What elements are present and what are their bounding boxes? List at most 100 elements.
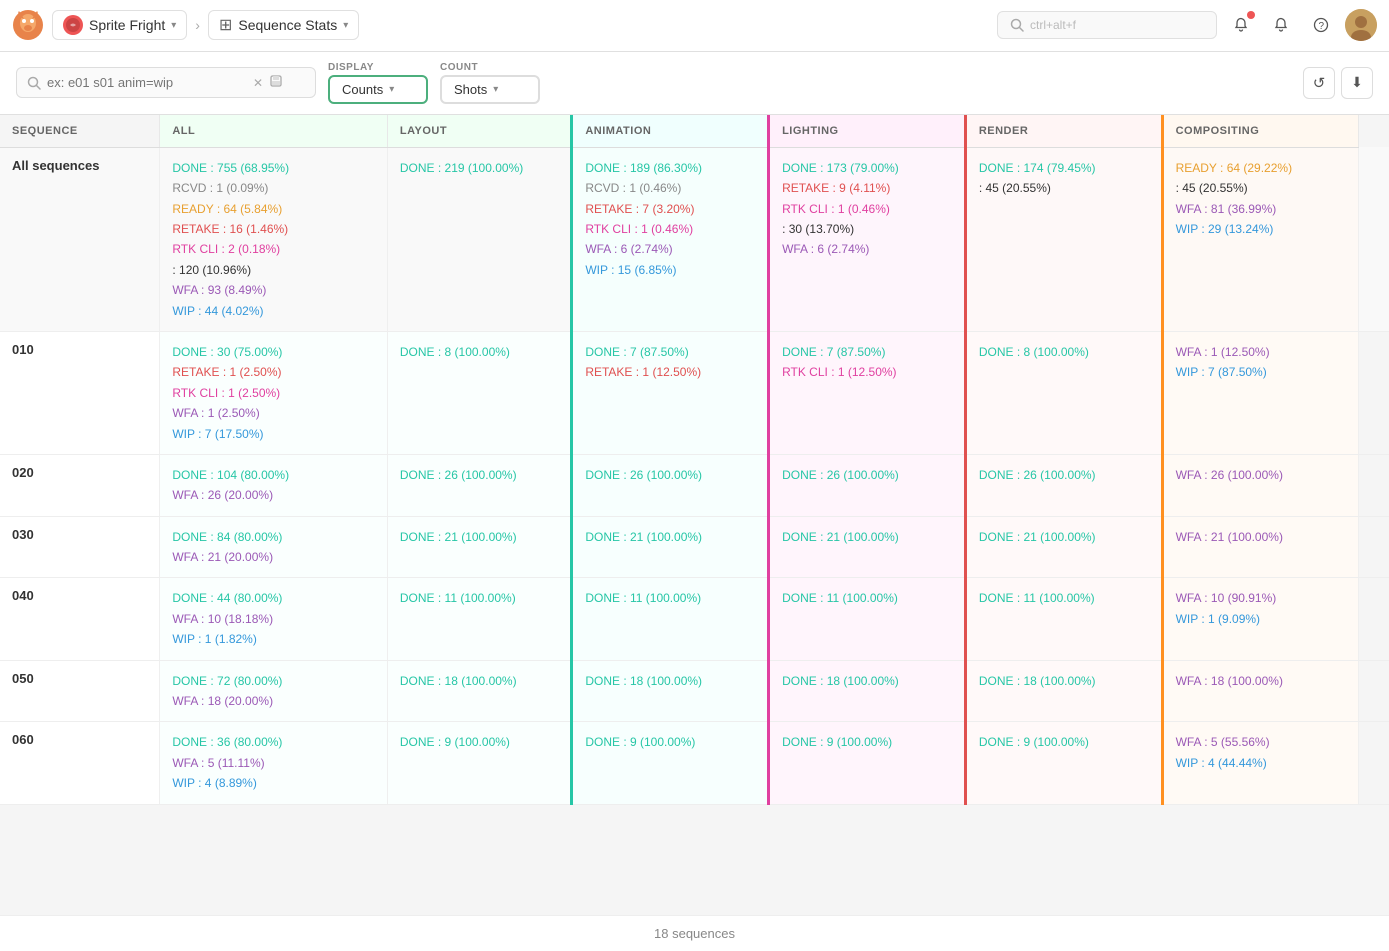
sequence-label: 060 — [12, 732, 34, 747]
stat-line: DONE : 7 (87.50%) — [782, 342, 952, 362]
stat-line: RCVD : 1 (0.46%) — [585, 178, 755, 198]
filter-save-icon[interactable] — [269, 74, 283, 91]
sequence-label: 010 — [12, 342, 34, 357]
compositing-cell: WFA : 21 (100.00%) — [1162, 516, 1359, 578]
compositing-cell: READY : 64 (29.22%): 45 (20.55%)WFA : 81… — [1162, 147, 1359, 331]
row-spacer — [1359, 331, 1389, 454]
col-header-all: ALL — [160, 115, 388, 148]
stat-line: RETAKE : 9 (4.11%) — [782, 178, 952, 198]
stat-line: DONE : 174 (79.45%) — [979, 158, 1149, 178]
stat-line: RETAKE : 16 (1.46%) — [172, 219, 375, 239]
stat-line: WFA : 93 (8.49%) — [172, 280, 375, 300]
filter-search-icon — [27, 76, 41, 90]
stat-line: RTK CLI : 1 (0.46%) — [585, 219, 755, 239]
download-button[interactable]: ⬇ — [1341, 67, 1373, 99]
filter-clear-icon[interactable]: ✕ — [253, 76, 263, 90]
render-cell: DONE : 174 (79.45%): 45 (20.55%) — [965, 147, 1162, 331]
stat-line: DONE : 18 (100.00%) — [782, 671, 952, 691]
col-header-lighting: LIGHTING — [769, 115, 966, 148]
reload-button[interactable]: ↺ — [1303, 67, 1335, 99]
stat-line: DONE : 11 (100.00%) — [979, 588, 1149, 608]
stat-line: DONE : 21 (100.00%) — [782, 527, 952, 547]
compositing-cell: WFA : 26 (100.00%) — [1162, 454, 1359, 516]
stat-line: DONE : 8 (100.00%) — [400, 342, 558, 362]
render-cell: DONE : 11 (100.00%) — [965, 578, 1162, 660]
col-header-render: RENDER — [965, 115, 1162, 148]
sequence-label: 030 — [12, 527, 34, 542]
stat-line: DONE : 173 (79.00%) — [782, 158, 952, 178]
layout-cell: DONE : 219 (100.00%) — [387, 147, 571, 331]
col-header-layout: LAYOUT — [387, 115, 571, 148]
count-label: COUNT — [440, 62, 540, 73]
help-button[interactable]: ? — [1305, 9, 1337, 41]
lighting-cell: DONE : 7 (87.50%)RTK CLI : 1 (12.50%) — [769, 331, 966, 454]
layout-cell: DONE : 21 (100.00%) — [387, 516, 571, 578]
stat-line: DONE : 26 (100.00%) — [979, 465, 1149, 485]
stat-line: WFA : 10 (90.91%) — [1176, 588, 1347, 608]
stat-line: WFA : 26 (100.00%) — [1176, 465, 1347, 485]
layout-cell: DONE : 18 (100.00%) — [387, 660, 571, 722]
filter-wrap[interactable]: ✕ — [16, 67, 316, 98]
sequence-cell: 040 — [0, 578, 160, 660]
stat-line: DONE : 18 (100.00%) — [400, 671, 558, 691]
table-row: 030DONE : 84 (80.00%)WFA : 21 (20.00%)DO… — [0, 516, 1389, 578]
stat-line: DONE : 36 (80.00%) — [172, 732, 375, 752]
row-spacer — [1359, 722, 1389, 804]
layout-cell: DONE : 8 (100.00%) — [387, 331, 571, 454]
stat-line: WIP : 29 (13.24%) — [1176, 219, 1347, 239]
stat-line: RETAKE : 1 (2.50%) — [172, 362, 375, 382]
stat-line: WFA : 5 (55.56%) — [1176, 732, 1347, 752]
project-chevron-icon: ▾ — [171, 20, 176, 31]
row-spacer — [1359, 516, 1389, 578]
global-search[interactable]: ctrl+alt+f — [997, 11, 1217, 39]
page-selector[interactable]: ⊞ Sequence Stats ▾ — [208, 10, 359, 40]
stat-line: WIP : 7 (17.50%) — [172, 424, 375, 444]
render-cell: DONE : 8 (100.00%) — [965, 331, 1162, 454]
sequence-label: 040 — [12, 588, 34, 603]
stat-line: RTK CLI : 1 (2.50%) — [172, 383, 375, 403]
table-wrapper[interactable]: SEQUENCE ALL LAYOUT ANIMATION LIGHTING R… — [0, 115, 1389, 915]
col-header-animation: ANIMATION — [572, 115, 769, 148]
all-cell: DONE : 84 (80.00%)WFA : 21 (20.00%) — [160, 516, 388, 578]
user-avatar[interactable] — [1345, 9, 1377, 41]
stat-line: : 30 (13.70%) — [782, 219, 952, 239]
main-content: SEQUENCE ALL LAYOUT ANIMATION LIGHTING R… — [0, 115, 1389, 951]
table-row: All sequencesDONE : 755 (68.95%)RCVD : 1… — [0, 147, 1389, 331]
stat-line: WFA : 1 (12.50%) — [1176, 342, 1347, 362]
stat-line: DONE : 30 (75.00%) — [172, 342, 375, 362]
all-cell: DONE : 44 (80.00%)WFA : 10 (18.18%)WIP :… — [160, 578, 388, 660]
project-selector[interactable]: Sprite Fright ▾ — [52, 10, 187, 40]
all-cell: DONE : 755 (68.95%)RCVD : 1 (0.09%)READY… — [160, 147, 388, 331]
render-cell: DONE : 9 (100.00%) — [965, 722, 1162, 804]
sequence-cell: 020 — [0, 454, 160, 516]
sequence-cell: All sequences — [0, 147, 160, 331]
sequence-label: 050 — [12, 671, 34, 686]
stat-line: DONE : 755 (68.95%) — [172, 158, 375, 178]
stat-line: DONE : 26 (100.00%) — [585, 465, 755, 485]
counts-chevron-icon: ▾ — [389, 84, 394, 95]
topnav: Sprite Fright ▾ › ⊞ Sequence Stats ▾ ctr… — [0, 0, 1389, 52]
bell-button[interactable] — [1265, 9, 1297, 41]
stats-table: SEQUENCE ALL LAYOUT ANIMATION LIGHTING R… — [0, 115, 1389, 805]
animation-cell: DONE : 7 (87.50%)RETAKE : 1 (12.50%) — [572, 331, 769, 454]
shots-label: Shots — [454, 82, 487, 97]
shots-dropdown[interactable]: Shots ▾ — [440, 75, 540, 104]
table-row: 010 DONE : 30 (75.00%)RETAKE : 1 (2.50%)R… — [0, 331, 1389, 454]
project-icon — [63, 15, 83, 35]
stat-line: WIP : 4 (8.89%) — [172, 773, 375, 793]
animation-cell: DONE : 18 (100.00%) — [572, 660, 769, 722]
search-placeholder: ctrl+alt+f — [1030, 18, 1076, 32]
filter-input[interactable] — [47, 75, 247, 90]
counts-dropdown[interactable]: Counts ▾ — [328, 75, 428, 104]
lighting-cell: DONE : 21 (100.00%) — [769, 516, 966, 578]
stat-line: DONE : 9 (100.00%) — [979, 732, 1149, 752]
lighting-cell: DONE : 26 (100.00%) — [769, 454, 966, 516]
stat-line: : 120 (10.96%) — [172, 260, 375, 280]
toolbar: ✕ DISPLAY Counts ▾ COUNT Shots ▾ — [0, 52, 1389, 115]
stat-line: DONE : 104 (80.00%) — [172, 465, 375, 485]
animation-cell: DONE : 11 (100.00%) — [572, 578, 769, 660]
app-logo[interactable] — [12, 9, 44, 41]
reload-icon: ↺ — [1313, 74, 1326, 92]
notifications-button[interactable] — [1225, 9, 1257, 41]
help-icon: ? — [1313, 17, 1329, 33]
